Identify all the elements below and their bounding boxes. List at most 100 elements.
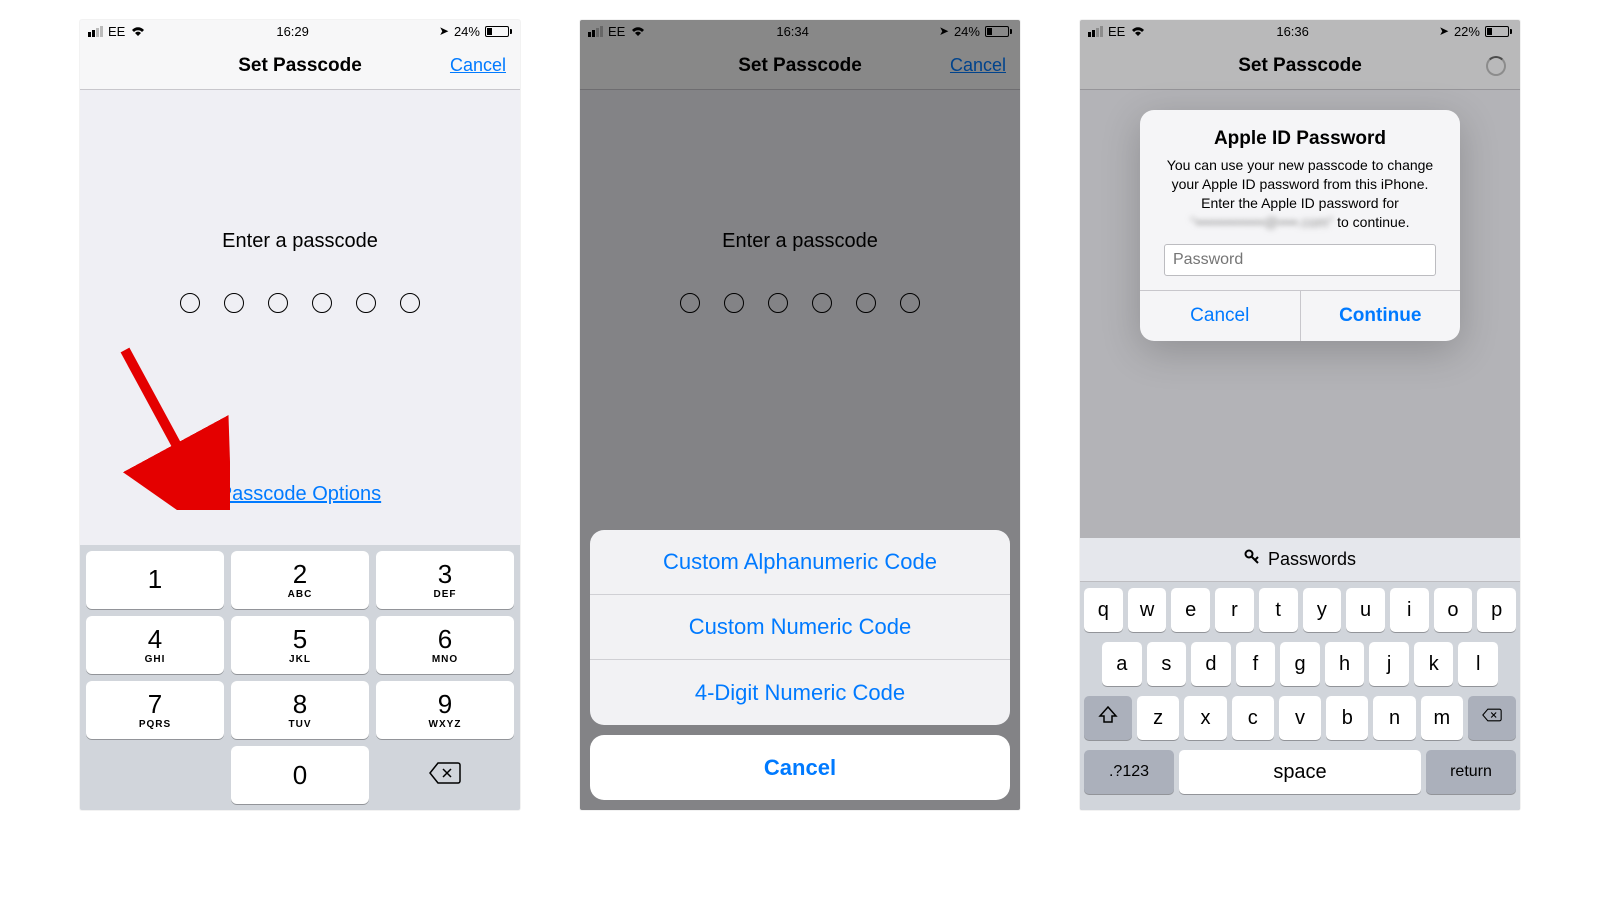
passcode-dots	[680, 293, 920, 313]
passcode-dot	[768, 293, 788, 313]
alert-title: Apple ID Password	[1156, 128, 1444, 150]
key-4[interactable]: 4GHI	[86, 616, 224, 674]
passcode-dot	[724, 293, 744, 313]
shift-key[interactable]	[1084, 696, 1132, 740]
key-n[interactable]: n	[1373, 696, 1415, 740]
clock: 16:34	[776, 24, 809, 39]
redacted-email: "••••••••••••••@••••.com"	[1191, 214, 1334, 230]
passcode-dot	[268, 293, 288, 313]
kb-row-4: .?123 space return	[1084, 750, 1516, 794]
key-p[interactable]: p	[1477, 588, 1516, 632]
passcode-dot	[356, 293, 376, 313]
key-w[interactable]: w	[1128, 588, 1167, 632]
key-t[interactable]: t	[1259, 588, 1298, 632]
autofill-bar[interactable]: Passwords	[1080, 538, 1520, 582]
return-key[interactable]: return	[1426, 750, 1516, 794]
passcode-dot	[856, 293, 876, 313]
key-5[interactable]: 5JKL	[231, 616, 369, 674]
alert-message: You can use your new passcode to change …	[1156, 156, 1444, 232]
navbar: Set Passcode Cancel	[80, 42, 520, 90]
key-1[interactable]: 1	[86, 551, 224, 609]
clock: 16:36	[1276, 24, 1309, 39]
key-c[interactable]: c	[1232, 696, 1274, 740]
sheet-cancel-button[interactable]: Cancel	[590, 735, 1010, 800]
kb-row-2: a s d f g h j k l	[1084, 642, 1516, 686]
key-s[interactable]: s	[1147, 642, 1187, 686]
backspace-icon	[428, 760, 462, 791]
carrier-label: EE	[608, 24, 625, 39]
alert-continue-button[interactable]: Continue	[1300, 291, 1461, 341]
key-blank	[86, 746, 224, 804]
cancel-button[interactable]: Cancel	[950, 55, 1006, 76]
key-d[interactable]: d	[1191, 642, 1231, 686]
key-7[interactable]: 7PQRS	[86, 681, 224, 739]
cancel-button[interactable]: Cancel	[450, 55, 506, 76]
key-l[interactable]: l	[1458, 642, 1498, 686]
wifi-icon	[130, 25, 146, 37]
battery-icon	[1485, 26, 1512, 37]
action-sheet: Custom Alphanumeric Code Custom Numeric …	[580, 520, 1020, 810]
battery-icon	[985, 26, 1012, 37]
key-r[interactable]: r	[1215, 588, 1254, 632]
key-9[interactable]: 9WXYZ	[376, 681, 514, 739]
battery-pct: 24%	[454, 24, 480, 39]
key-8[interactable]: 8TUV	[231, 681, 369, 739]
key-x[interactable]: x	[1184, 696, 1226, 740]
alt-key[interactable]: .?123	[1084, 750, 1174, 794]
passcode-prompt: Enter a passcode	[222, 230, 378, 253]
navbar: Set Passcode	[1080, 42, 1520, 90]
signal-icon	[588, 26, 603, 37]
signal-icon	[1088, 26, 1103, 37]
key-u[interactable]: u	[1346, 588, 1385, 632]
key-m[interactable]: m	[1421, 696, 1463, 740]
key-o[interactable]: o	[1434, 588, 1473, 632]
key-h[interactable]: h	[1325, 642, 1365, 686]
key-2[interactable]: 2ABC	[231, 551, 369, 609]
alert-cancel-button[interactable]: Cancel	[1140, 291, 1300, 341]
page-title: Set Passcode	[1080, 55, 1520, 77]
status-bar: EE 16:34 ➤ 24%	[580, 20, 1020, 42]
screenshot-3: EE 16:36 ➤ 22% Set Passcode Apple ID Pas…	[1080, 20, 1520, 810]
key-j[interactable]: j	[1369, 642, 1409, 686]
passcode-prompt: Enter a passcode	[722, 230, 878, 253]
option-custom-alphanumeric[interactable]: Custom Alphanumeric Code	[590, 530, 1010, 595]
passcode-options-link[interactable]: Passcode Options	[219, 483, 381, 506]
key-e[interactable]: e	[1171, 588, 1210, 632]
backspace-key[interactable]	[1468, 696, 1516, 740]
qwerty-keyboard: Passwords q w e r t y u i o p a s d f g …	[1080, 538, 1520, 810]
signal-icon	[88, 26, 103, 37]
key-6[interactable]: 6MNO	[376, 616, 514, 674]
key-g[interactable]: g	[1280, 642, 1320, 686]
key-i[interactable]: i	[1390, 588, 1429, 632]
option-4digit-numeric[interactable]: 4-Digit Numeric Code	[590, 660, 1010, 725]
appleid-alert: Apple ID Password You can use your new p…	[1140, 110, 1460, 341]
carrier-label: EE	[108, 24, 125, 39]
passcode-dot	[812, 293, 832, 313]
key-f[interactable]: f	[1236, 642, 1276, 686]
content-area: Enter a passcode Passcode Options	[80, 90, 520, 545]
passcode-dot	[224, 293, 244, 313]
location-icon: ➤	[439, 24, 449, 38]
space-key[interactable]: space	[1179, 750, 1421, 794]
screenshot-1: EE 16:29 ➤ 24% Set Passcode Cancel Enter…	[80, 20, 520, 810]
option-custom-numeric[interactable]: Custom Numeric Code	[590, 595, 1010, 660]
key-k[interactable]: k	[1414, 642, 1454, 686]
passcode-dots	[180, 293, 420, 313]
key-icon	[1244, 549, 1260, 570]
key-3[interactable]: 3DEF	[376, 551, 514, 609]
key-v[interactable]: v	[1279, 696, 1321, 740]
key-0[interactable]: 0	[231, 746, 369, 804]
key-b[interactable]: b	[1326, 696, 1368, 740]
kb-row-3: z x c v b n m	[1084, 696, 1516, 740]
status-bar: EE 16:29 ➤ 24%	[80, 20, 520, 42]
key-z[interactable]: z	[1137, 696, 1179, 740]
kb-row-1: q w e r t y u i o p	[1084, 588, 1516, 632]
key-q[interactable]: q	[1084, 588, 1123, 632]
backspace-key[interactable]	[376, 746, 514, 804]
shift-icon	[1098, 705, 1118, 731]
key-a[interactable]: a	[1102, 642, 1142, 686]
passcode-dot	[400, 293, 420, 313]
password-field[interactable]	[1164, 244, 1436, 276]
key-y[interactable]: y	[1303, 588, 1342, 632]
loading-spinner-icon	[1486, 56, 1506, 76]
